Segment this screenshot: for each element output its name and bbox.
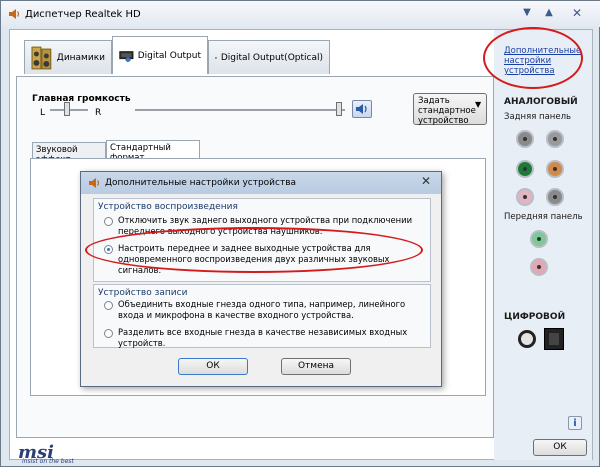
close-button[interactable]: ✕ [569,5,585,21]
rear-jack-gray-2[interactable] [546,130,564,148]
rear-jack-orange[interactable] [546,160,564,178]
dialog-cancel-label: Отмена [297,361,335,371]
title-bar: Диспетчер Realtek HD ▼ ▲ ✕ [1,1,600,27]
dialog-title: Дополнительные настройки устройства [105,178,297,188]
msi-tagline: insist on the best [22,458,74,465]
front-jack-green[interactable] [530,230,548,248]
playback-group-label: Устройство воспроизведения [98,202,238,212]
rear-jack-gray-3[interactable] [546,188,564,206]
front-panel-label: Передняя панель [504,212,583,222]
rear-jack-pink[interactable] [516,188,534,206]
dialog-speaker-icon [89,178,100,188]
window-title: Диспетчер Realtek HD [25,9,141,20]
recording-group: Устройство записи Объединить входные гне… [93,284,431,348]
realtek-window: Диспетчер Realtek HD ▼ ▲ ✕ Динамики Digi… [0,0,600,467]
tab-digital-output[interactable]: Digital Output [112,36,208,74]
balance-slider-thumb[interactable] [64,102,70,116]
mute-button[interactable] [352,100,372,118]
recording-group-label: Устройство записи [98,288,188,298]
speakers-icon [31,46,52,69]
optical-output-icon [215,56,217,58]
dialog-cancel-button[interactable]: Отмена [281,358,351,375]
tab-digital-output-label: Digital Output [137,50,201,61]
volume-left-label: L [40,108,46,118]
optical-jack[interactable] [544,328,564,350]
volume-track [135,109,345,111]
recording-option-2-label: Разделить все входные гнезда в качестве … [118,327,408,348]
right-panel: Дополнительные настройки устройства АНАЛ… [494,30,592,460]
recording-option-2-radio[interactable] [104,329,113,338]
tab-speakers-label: Динамики [56,52,105,63]
set-default-device-button[interactable]: Задать стандартное устройство [413,93,487,126]
subtab-standard-format[interactable]: Стандартный формат [106,140,200,163]
rear-jack-gray-1[interactable] [516,130,534,148]
volume-right-label: R [95,108,102,118]
tab-optical-label: Digital Output(Optical) [220,52,323,63]
annotation-ellipse-link [483,27,583,89]
digital-title: ЦИФРОВОЙ [504,312,566,322]
recording-option-1-radio[interactable] [104,301,113,310]
analog-title: АНАЛОГОВЫЙ [504,97,578,107]
dialog-ok-label: ОК [206,361,220,371]
speaker-volume-icon [356,104,367,114]
coaxial-jack[interactable] [518,330,536,348]
speaker-icon [9,9,20,19]
annotation-ellipse-option [85,227,423,273]
subtab-sound-effect[interactable]: Звуковой эффект [32,142,106,165]
playback-option-1-radio[interactable] [104,217,113,226]
dialog-ok-button[interactable]: ОК [178,358,248,375]
dropdown-arrow-icon: ▼ [475,100,482,109]
main-ok-button[interactable]: ОК [533,439,587,456]
recording-option-1-label: Объединить входные гнезда одного типа, н… [118,299,406,320]
main-ok-label: ОК [553,442,567,452]
volume-label: Главная громкость [32,94,131,104]
digital-output-icon [119,50,134,62]
rear-jack-green[interactable] [516,160,534,178]
volume-slider-thumb[interactable] [336,102,342,116]
advanced-settings-dialog: Дополнительные настройки устройства ✕ Ус… [80,171,442,387]
rear-panel-label: Задняя панель [504,112,572,122]
dialog-title-bar: Дополнительные настройки устройства ✕ [81,172,441,194]
minimize-arrow-icon[interactable]: ▼ [519,5,535,21]
dialog-close-icon[interactable]: ✕ [421,174,431,188]
restore-arrow-icon[interactable]: ▲ [541,5,557,21]
front-jack-pink[interactable] [530,258,548,276]
set-default-device-label: Задать стандартное устройство [418,96,476,126]
info-icon[interactable]: i [568,416,582,430]
tab-digital-output-optical[interactable]: Digital Output(Optical) [208,40,330,74]
tab-speakers[interactable]: Динамики [24,40,112,74]
